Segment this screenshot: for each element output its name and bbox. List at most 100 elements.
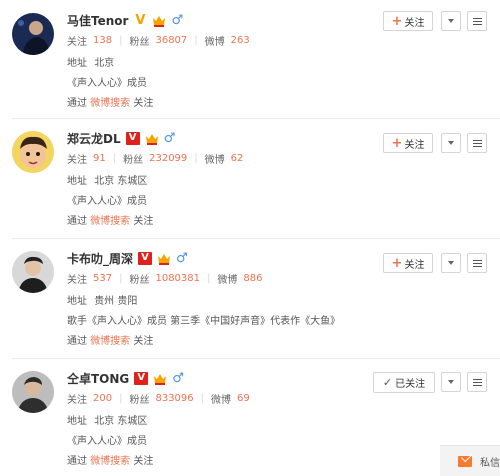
- via-source-link[interactable]: 微博搜索: [90, 456, 130, 467]
- divider: [12, 118, 500, 119]
- follow-button[interactable]: + 关注: [383, 133, 433, 153]
- user-name[interactable]: 郑云龙DL: [67, 130, 121, 147]
- follow-label: 关注: [67, 155, 87, 166]
- weibo-count[interactable]: 886: [243, 273, 262, 284]
- divider: |: [119, 273, 123, 284]
- verified-red-icon: V: [138, 251, 153, 265]
- follow-label: 关注: [67, 395, 87, 406]
- via-prefix: 通过: [67, 336, 87, 347]
- user-name[interactable]: 卡布叻_周深: [67, 250, 133, 267]
- user-name[interactable]: 仝卓TONG: [67, 370, 129, 387]
- member-crown-icon: [154, 373, 167, 385]
- male-gender-icon: ♂: [176, 250, 188, 266]
- followed-button[interactable]: ✓ 已关注: [373, 372, 435, 393]
- address-label: 地址: [67, 296, 87, 307]
- member-crown-icon: [158, 253, 171, 265]
- follow-count[interactable]: 200: [93, 393, 112, 404]
- menu-icon: [472, 17, 482, 25]
- via-suffix: 关注: [133, 216, 154, 227]
- address-value: 北京: [94, 58, 115, 69]
- via-source-link[interactable]: 微博搜索: [90, 98, 130, 109]
- follow-button-label: 关注: [404, 139, 425, 151]
- follow-count[interactable]: 138: [93, 35, 112, 46]
- private-message-bar[interactable]: 私信: [440, 445, 500, 476]
- address-label: 地址: [67, 58, 87, 69]
- weibo-count[interactable]: 62: [231, 153, 244, 164]
- fans-label: 粉丝: [129, 395, 150, 406]
- follow-label: 关注: [67, 275, 87, 286]
- divider: |: [207, 273, 211, 284]
- menu-icon: [472, 259, 482, 267]
- divider: |: [194, 153, 198, 164]
- envelope-icon: [458, 455, 472, 467]
- menu-button[interactable]: [467, 253, 487, 273]
- chevron-down-icon: [448, 380, 454, 384]
- more-dropdown-button[interactable]: [441, 372, 461, 392]
- via-suffix: 关注: [133, 456, 154, 467]
- avatar[interactable]: [12, 251, 54, 293]
- address-value: 北京 东城区: [94, 176, 148, 187]
- divider: |: [119, 393, 123, 404]
- via-source-link[interactable]: 微博搜索: [90, 216, 130, 227]
- follow-button[interactable]: + 关注: [383, 11, 433, 31]
- more-dropdown-button[interactable]: [441, 133, 461, 153]
- avatar[interactable]: [12, 371, 54, 413]
- follow-label: 关注: [67, 37, 87, 48]
- more-dropdown-button[interactable]: [441, 253, 461, 273]
- fans-count[interactable]: 833096: [155, 393, 193, 404]
- user-card: 仝卓TONG V ♂ 关注 200 | 粉丝 833096 | 微博 69 地址…: [0, 358, 500, 476]
- fans-label: 粉丝: [123, 155, 144, 166]
- check-icon: ✓: [382, 376, 393, 389]
- fans-label: 粉丝: [129, 37, 150, 48]
- more-dropdown-button[interactable]: [441, 11, 461, 31]
- fans-count[interactable]: 36807: [155, 35, 187, 46]
- follow-count[interactable]: 537: [93, 273, 112, 284]
- divider: |: [112, 153, 117, 164]
- avatar[interactable]: [12, 131, 54, 173]
- user-description: 《声入人心》成员: [67, 436, 147, 447]
- follow-button[interactable]: + 关注: [383, 253, 433, 273]
- plus-icon: +: [391, 13, 403, 29]
- divider: [12, 358, 500, 359]
- verified-gold-icon: V: [135, 12, 146, 28]
- male-gender-icon: ♂: [172, 370, 184, 386]
- user-name[interactable]: 马佳Tenor: [67, 12, 128, 29]
- fans-count[interactable]: 232099: [149, 153, 187, 164]
- divider: |: [119, 35, 123, 46]
- followed-button-label: 已关注: [395, 379, 426, 390]
- weibo-label: 微博: [211, 395, 232, 406]
- menu-button[interactable]: [467, 11, 487, 31]
- address-label: 地址: [67, 176, 87, 187]
- male-gender-icon: ♂: [163, 130, 176, 146]
- user-description: 歌手《声入人心》成员 第三季《中国好声音》代表作《大鱼》: [67, 316, 341, 327]
- weibo-label: 微博: [217, 275, 238, 286]
- menu-icon: [472, 378, 482, 386]
- follow-count[interactable]: 91: [93, 153, 106, 164]
- weibo-count[interactable]: 263: [231, 35, 250, 46]
- menu-button[interactable]: [467, 372, 487, 392]
- via-prefix: 通过: [67, 98, 87, 109]
- avatar[interactable]: [12, 13, 54, 55]
- address-label: 地址: [67, 416, 87, 427]
- via-source-link[interactable]: 微博搜索: [90, 336, 130, 347]
- menu-button[interactable]: [467, 133, 487, 153]
- verified-red-icon: V: [134, 371, 149, 385]
- user-card: 卡布叻_周深 V ♂ 关注 537 | 粉丝 1080381 | 微博 886 …: [0, 238, 500, 356]
- address-value: 北京 东城区: [94, 416, 148, 427]
- member-crown-icon: [153, 15, 166, 27]
- via-suffix: 关注: [133, 98, 154, 109]
- fans-count[interactable]: 1080381: [155, 273, 200, 284]
- divider: |: [194, 35, 198, 46]
- fans-label: 粉丝: [129, 275, 150, 286]
- user-card: 马佳Tenor V ♂ 关注 138 | 粉丝 36807 | 微博 263 地…: [0, 0, 500, 118]
- private-message-label: 私信: [480, 457, 500, 469]
- weibo-label: 微博: [204, 37, 225, 48]
- via-suffix: 关注: [133, 336, 154, 347]
- male-gender-icon: ♂: [171, 12, 184, 28]
- address-value: 贵州 贵阳: [94, 296, 138, 307]
- follow-button-label: 关注: [404, 17, 425, 29]
- verified-red-icon: V: [125, 131, 140, 145]
- member-crown-icon: [145, 133, 158, 145]
- chevron-down-icon: [448, 141, 454, 145]
- weibo-count[interactable]: 69: [237, 393, 250, 404]
